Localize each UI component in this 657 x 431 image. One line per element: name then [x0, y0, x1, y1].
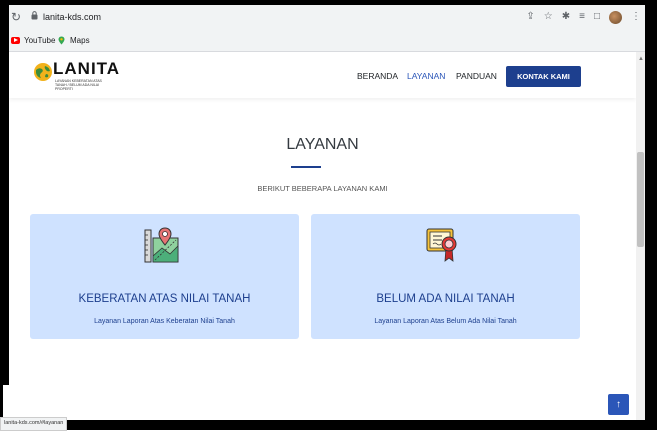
- page-scrollbar[interactable]: ▲: [636, 52, 645, 420]
- screenshot-frame-bottom: [0, 420, 657, 430]
- back-to-top-button[interactable]: ↑: [608, 394, 629, 415]
- globe-logo-icon[interactable]: [33, 62, 53, 82]
- service-card-keberatan[interactable]: KEBERATAN ATAS NILAI TANAH Layanan Lapor…: [30, 214, 299, 339]
- lock-icon: [31, 11, 38, 20]
- youtube-icon: [11, 36, 20, 44]
- browser-chrome: ↻ lanita-kds.com ⇪ ☆ ✱ ≡ □ ⋮ YouTube Map…: [9, 5, 645, 52]
- service-card-belum-ada[interactable]: BELUM ADA NILAI TANAH Layanan Laporan At…: [311, 214, 580, 339]
- card-title[interactable]: BELUM ADA NILAI TANAH: [311, 293, 580, 306]
- site-header: LANITA LAYANAN KEBERATAN ATAS TANAH / BE…: [9, 52, 636, 98]
- side-panel-icon[interactable]: □: [594, 10, 600, 24]
- scroll-up-arrow-icon[interactable]: ▲: [638, 56, 644, 62]
- bookmarks-bar: YouTube Maps: [9, 30, 645, 52]
- menu-icon[interactable]: ⋮: [631, 10, 641, 24]
- page-viewport: LANITA LAYANAN KEBERATAN ATAS TANAH / BE…: [9, 52, 636, 420]
- land-map-icon: [144, 227, 179, 263]
- status-bar-url: lanita-kds.com/#layanan: [0, 417, 68, 431]
- url-text[interactable]: lanita-kds.com: [43, 11, 101, 23]
- card-title[interactable]: KEBERATAN ATAS NILAI TANAH: [30, 293, 299, 306]
- title-underline: [291, 166, 321, 168]
- maps-icon: [58, 36, 65, 44]
- card-description: Layanan Laporan Atas Keberatan Nilai Tan…: [94, 318, 235, 325]
- nav-beranda[interactable]: BERANDA: [357, 71, 398, 81]
- browser-toolbar: ⇪ ☆ ✱ ≡ □ ⋮: [526, 9, 641, 25]
- section-subtitle: BERIKUT BEBERAPA LAYANAN KAMI: [257, 184, 388, 193]
- nav-layanan[interactable]: LAYANAN: [407, 71, 445, 81]
- bookmark-maps[interactable]: Maps: [57, 33, 90, 47]
- profile-avatar[interactable]: [609, 10, 622, 24]
- bookmark-star-icon[interactable]: ☆: [544, 10, 553, 24]
- arrow-up-icon: ↑: [616, 399, 621, 410]
- card-description: Layanan Laporan Atas Belum Ada Nilai Tan…: [374, 318, 517, 325]
- scroll-thumb[interactable]: [637, 152, 644, 247]
- logo-name[interactable]: LANITA: [53, 60, 120, 78]
- screenshot-frame-right: [645, 0, 657, 430]
- bookmark-label: YouTube: [24, 35, 56, 45]
- extensions-icon[interactable]: ✱: [562, 10, 570, 24]
- kontak-kami-button[interactable]: KONTAK KAMI: [506, 66, 581, 87]
- screenshot-frame-left: [0, 0, 9, 385]
- certificate-icon: [426, 228, 457, 262]
- bookmark-youtube[interactable]: YouTube: [11, 33, 55, 47]
- nav-panduan[interactable]: PANDUAN: [456, 71, 497, 81]
- bookmark-label: Maps: [70, 35, 90, 45]
- logo-tagline: LAYANAN KEBERATAN ATAS TANAH / BELUM ADA…: [55, 79, 102, 91]
- reload-icon[interactable]: ↻: [11, 10, 21, 24]
- address-bar[interactable]: ↻ lanita-kds.com ⇪ ☆ ✱ ≡ □ ⋮: [9, 5, 645, 30]
- share-icon[interactable]: ⇪: [526, 10, 534, 24]
- reading-list-icon[interactable]: ≡: [579, 10, 585, 24]
- section-title: LAYANAN: [286, 136, 359, 153]
